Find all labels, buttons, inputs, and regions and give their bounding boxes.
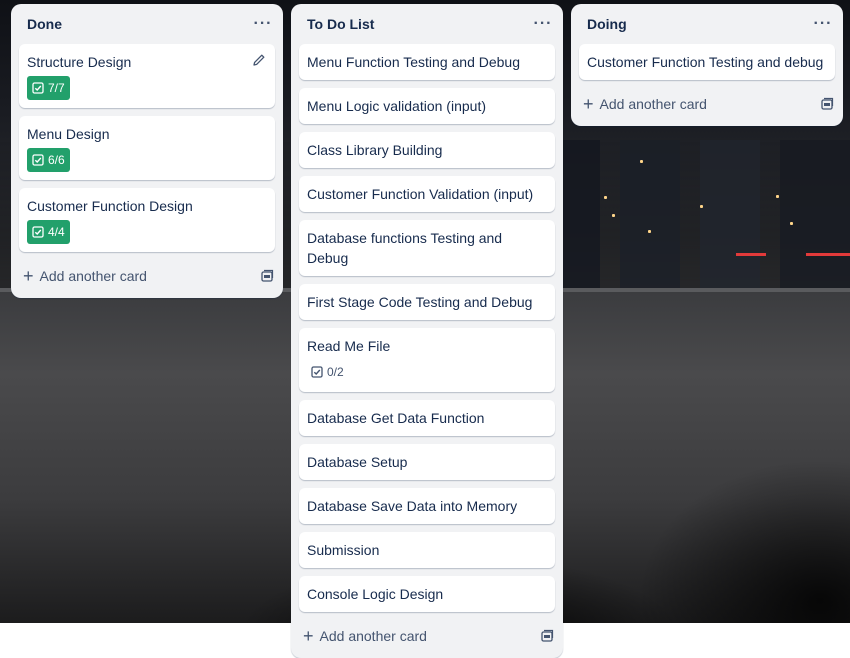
- card-submission[interactable]: Submission: [299, 532, 555, 568]
- add-card-button[interactable]: + Add another card: [571, 88, 843, 120]
- card-menu-logic-validation[interactable]: Menu Logic validation (input): [299, 88, 555, 124]
- card-title: Class Library Building: [307, 142, 443, 158]
- card-title: First Stage Code Testing and Debug: [307, 294, 533, 310]
- card-title: Menu Function Testing and Debug: [307, 54, 520, 70]
- checklist-badge: 4/4: [27, 220, 70, 244]
- list-menu-button[interactable]: ···: [531, 12, 555, 36]
- city-light: [700, 205, 703, 208]
- card-database-get-data[interactable]: Database Get Data Function: [299, 400, 555, 436]
- card-title: Customer Function Validation (input): [307, 186, 534, 202]
- card-title: Structure Design: [27, 54, 132, 70]
- checklist-icon: [32, 82, 44, 94]
- checklist-icon: [311, 366, 323, 378]
- add-card-button[interactable]: + Add another card: [291, 620, 563, 652]
- list-menu-button[interactable]: ···: [811, 12, 835, 36]
- card-template-icon[interactable]: [819, 96, 835, 112]
- add-card-label-group: + Add another card: [583, 95, 707, 113]
- plus-icon: +: [303, 626, 314, 646]
- list-title[interactable]: To Do List: [307, 16, 374, 32]
- card-menu-design[interactable]: Menu Design 6/6: [19, 116, 275, 180]
- card-template-icon[interactable]: [539, 628, 555, 644]
- card-title: Database Setup: [307, 454, 408, 470]
- card-template-icon[interactable]: [259, 268, 275, 284]
- list-title[interactable]: Doing: [587, 16, 627, 32]
- list-menu-button[interactable]: ···: [251, 12, 275, 36]
- list-header: Doing ···: [571, 4, 843, 44]
- card-database-functions-testing[interactable]: Database functions Testing and Debug: [299, 220, 555, 276]
- card-list: Customer Function Testing and debug: [571, 44, 843, 80]
- city-light: [612, 214, 615, 217]
- list-title[interactable]: Done: [27, 16, 62, 32]
- add-card-label: Add another card: [599, 96, 707, 112]
- plus-icon: +: [23, 266, 34, 286]
- pencil-icon[interactable]: [251, 52, 267, 68]
- card-title: Customer Function Design: [27, 198, 193, 214]
- card-list: Structure Design 7/7 Menu Design 6/6 Cus…: [11, 44, 283, 252]
- ellipsis-icon: ···: [813, 15, 833, 32]
- list-header: To Do List ···: [291, 4, 563, 44]
- add-card-button[interactable]: + Add another card: [11, 260, 283, 292]
- card-list: Menu Function Testing and Debug Menu Log…: [291, 44, 563, 612]
- add-card-label-group: + Add another card: [23, 267, 147, 285]
- checklist-icon: [32, 154, 44, 166]
- card-title: Read Me File: [307, 338, 391, 354]
- card-database-setup[interactable]: Database Setup: [299, 444, 555, 480]
- card-title: Customer Function Testing and debug: [587, 54, 824, 70]
- city-light: [776, 195, 779, 198]
- checklist-count: 0/2: [327, 365, 344, 379]
- city-light: [604, 196, 607, 199]
- card-customer-function-validation[interactable]: Customer Function Validation (input): [299, 176, 555, 212]
- card-menu-function-testing[interactable]: Menu Function Testing and Debug: [299, 44, 555, 80]
- card-customer-function-design[interactable]: Customer Function Design 4/4: [19, 188, 275, 252]
- checklist-badge: 6/6: [27, 148, 70, 172]
- card-title: Menu Design: [27, 126, 110, 142]
- card-class-library[interactable]: Class Library Building: [299, 132, 555, 168]
- list-to-do: To Do List ··· Menu Function Testing and…: [291, 4, 563, 658]
- card-structure-design[interactable]: Structure Design 7/7: [19, 44, 275, 108]
- add-card-label: Add another card: [319, 628, 427, 644]
- city-light: [736, 253, 766, 256]
- card-title: Submission: [307, 542, 380, 558]
- checklist-badge: 7/7: [27, 76, 70, 100]
- list-header: Done ···: [11, 4, 283, 44]
- checklist-count: 7/7: [48, 81, 65, 95]
- card-first-stage-testing[interactable]: First Stage Code Testing and Debug: [299, 284, 555, 320]
- plus-icon: +: [583, 94, 594, 114]
- checklist-count: 6/6: [48, 153, 65, 167]
- card-console-logic-design[interactable]: Console Logic Design: [299, 576, 555, 612]
- card-title: Database Get Data Function: [307, 410, 485, 426]
- list-doing: Doing ··· Customer Function Testing and …: [571, 4, 843, 126]
- card-customer-function-testing[interactable]: Customer Function Testing and debug: [579, 44, 835, 80]
- card-title: Database Save Data into Memory: [307, 498, 518, 514]
- checklist-icon: [32, 226, 44, 238]
- card-database-save-data[interactable]: Database Save Data into Memory: [299, 488, 555, 524]
- ellipsis-icon: ···: [253, 15, 273, 32]
- city-light: [640, 160, 643, 163]
- card-title: Database functions Testing and Debug: [307, 230, 503, 266]
- card-read-me-file[interactable]: Read Me File 0/2: [299, 328, 555, 392]
- checklist-badge: 0/2: [307, 360, 348, 384]
- ellipsis-icon: ···: [533, 15, 553, 32]
- card-title: Console Logic Design: [307, 586, 444, 602]
- city-light: [790, 222, 793, 225]
- add-card-label-group: + Add another card: [303, 627, 427, 645]
- add-card-label: Add another card: [39, 268, 147, 284]
- list-done: Done ··· Structure Design 7/7 Menu Desig…: [11, 4, 283, 298]
- checklist-count: 4/4: [48, 225, 65, 239]
- city-light: [806, 253, 850, 256]
- card-title: Menu Logic validation (input): [307, 98, 486, 114]
- city-light: [648, 230, 651, 233]
